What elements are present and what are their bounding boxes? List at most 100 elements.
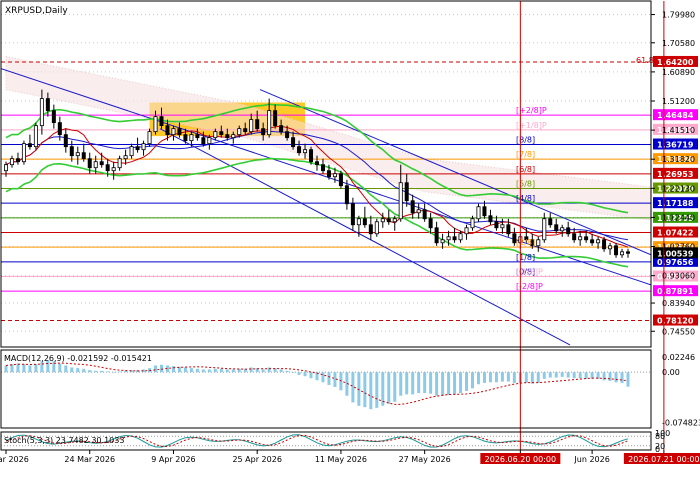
macd-bar xyxy=(423,372,427,394)
macd-bar xyxy=(321,372,325,383)
murrey-label: [2/8] xyxy=(516,238,535,247)
candle-body xyxy=(249,119,254,133)
macd-bar xyxy=(76,368,80,373)
candle-body xyxy=(111,167,116,172)
candle-body xyxy=(213,131,218,139)
candle-body xyxy=(297,146,302,154)
candle-body xyxy=(159,116,164,127)
candle-body xyxy=(177,128,182,136)
macd-bar xyxy=(447,372,451,396)
candle-body xyxy=(33,125,38,148)
macd-bar xyxy=(183,367,187,373)
candle-body xyxy=(542,218,547,241)
price-tag-label: 1.07422 xyxy=(657,229,693,238)
candle-body xyxy=(362,218,367,226)
macd-tick-label: 0.02246 xyxy=(662,353,695,362)
macd-tick-label: 0.00 xyxy=(662,368,680,377)
macd-bar xyxy=(566,372,570,378)
candle-body xyxy=(117,158,122,169)
candle-body xyxy=(273,110,278,127)
macd-bar xyxy=(602,372,606,381)
macd-bar xyxy=(578,372,582,379)
candle-body xyxy=(135,146,140,151)
y-tick-label: 1.70580 xyxy=(662,39,695,48)
murrey-label: [6/8] xyxy=(516,165,535,174)
candle-body xyxy=(614,245,619,256)
candle-body xyxy=(201,137,206,145)
y-tick-label: 1.31820 xyxy=(662,155,695,164)
macd-bar xyxy=(411,372,415,395)
macd-bar xyxy=(118,371,122,373)
candle-body xyxy=(183,134,188,142)
candle-body xyxy=(147,131,152,145)
candle-body xyxy=(99,161,104,166)
candle-body xyxy=(51,110,56,124)
candle-body xyxy=(536,239,541,247)
x-tick-label: 2026.07.21 00:00 xyxy=(628,455,699,464)
candle-body xyxy=(368,224,373,235)
macd-bar xyxy=(327,372,331,385)
candle-body xyxy=(608,245,613,250)
price-tag-label: 1.46484 xyxy=(657,111,694,120)
macd-bar xyxy=(488,372,492,383)
candle-body xyxy=(57,122,62,136)
candle-body xyxy=(494,221,499,229)
price-tag-label: 1.36719 xyxy=(657,141,694,150)
macd-bar xyxy=(584,372,588,379)
macd-bar xyxy=(88,370,92,373)
macd-bar xyxy=(303,372,307,377)
macd-bar xyxy=(106,371,110,373)
macd-bar xyxy=(554,372,558,378)
macd-bar xyxy=(459,372,463,394)
y-tick-label: 1.12440 xyxy=(662,213,695,222)
murrey-label: [4/8] xyxy=(516,194,535,203)
candle-body xyxy=(548,218,553,226)
y-tick-label: 1.02760 xyxy=(662,243,695,252)
candle-body xyxy=(303,149,308,154)
candle-body xyxy=(380,218,385,223)
macd-bar xyxy=(154,365,158,373)
macd-bar xyxy=(249,367,253,373)
macd-bar xyxy=(28,365,32,373)
symbol-title: XRPUSD,Daily xyxy=(5,6,68,16)
macd-bar xyxy=(231,369,235,373)
macd-bar xyxy=(530,372,534,384)
macd-bar xyxy=(189,368,193,373)
candle-body xyxy=(464,227,469,235)
candle-body xyxy=(620,251,625,256)
candle-body xyxy=(63,134,68,148)
x-tick-label: 25 Apr 2026 xyxy=(232,455,281,464)
candle-body xyxy=(141,143,146,151)
macd-bar xyxy=(363,372,367,408)
macd-title: MACD(12,26,9) -0.021592 -0.015421 xyxy=(4,354,152,363)
macd-bar xyxy=(399,372,403,396)
macd-bar xyxy=(201,369,205,373)
x-tick-label: 9 Apr 2026 xyxy=(151,455,195,464)
candle-body xyxy=(476,206,481,220)
candle-body xyxy=(440,239,445,244)
candle-body xyxy=(231,134,236,139)
candle-body xyxy=(45,98,50,112)
macd-bar xyxy=(82,368,86,373)
candle-body xyxy=(165,125,170,136)
macd-bar xyxy=(369,372,373,410)
stoch-tick-label: 80 xyxy=(655,432,665,441)
candle-body xyxy=(75,152,80,157)
candle-body xyxy=(566,227,571,235)
price-tag-label: 1.26953 xyxy=(657,170,693,179)
chart-svg: [+2/8]P1.46484[+1/8]P1.41602[8/8]1.36719… xyxy=(0,0,700,500)
candle-body xyxy=(584,236,589,241)
macd-bar xyxy=(195,368,199,373)
macd-bar xyxy=(405,372,409,395)
candle-body xyxy=(285,131,290,139)
candle-body xyxy=(416,209,421,214)
candle-body xyxy=(195,134,200,139)
macd-tick-label: -0.074823 xyxy=(662,419,700,428)
candle-body xyxy=(554,224,559,232)
macd-bar xyxy=(560,372,564,377)
candle-body xyxy=(237,128,242,136)
macd-bar xyxy=(387,372,391,404)
candle-body xyxy=(129,146,134,157)
candle-body xyxy=(458,233,463,241)
murrey-label: [1/8] xyxy=(516,253,535,262)
